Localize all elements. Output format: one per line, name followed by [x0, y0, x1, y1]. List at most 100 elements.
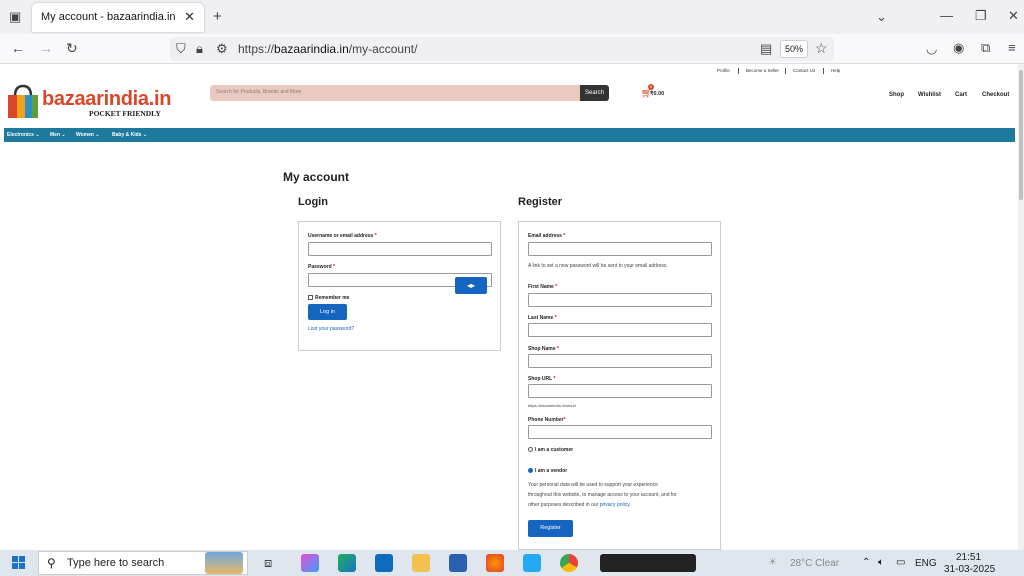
logo-tagline: POCKET FRIENDLY	[89, 109, 161, 118]
url-text[interactable]: https://bazaarindia.in/my-account/	[238, 42, 417, 56]
restore-icon[interactable]: ❐	[975, 8, 987, 24]
product-search-input[interactable]: Search for Products, Brands and More	[210, 85, 582, 101]
phone-input[interactable]	[528, 425, 712, 439]
file-explorer-icon[interactable]	[412, 554, 430, 572]
login-heading: Login	[298, 196, 328, 208]
edge-browser-icon[interactable]	[338, 554, 356, 572]
windows-start-icon[interactable]	[12, 556, 26, 570]
shop-url-label: Shop URL *	[528, 376, 556, 382]
new-tab-icon[interactable]: +	[213, 8, 222, 25]
category-electronics[interactable]: Electronics ⌄	[7, 132, 40, 138]
category-women[interactable]: Women ⌄	[76, 132, 100, 138]
account-icon[interactable]: ◉	[953, 40, 964, 56]
permissions-icon[interactable]: ⚙	[216, 41, 228, 57]
privacy-text-line2: throughout this website, to manage acces…	[528, 492, 677, 498]
cart-amount[interactable]: ₹0.00	[650, 91, 664, 97]
last-name-input[interactable]	[528, 323, 712, 337]
menu-icon[interactable]: ≡	[1008, 40, 1016, 55]
address-bar[interactable]: ⛉ 🔒︎ ⚙ https://bazaarindia.in/my-account…	[170, 37, 834, 61]
divider	[785, 68, 786, 74]
top-link-contact[interactable]: Contact Us	[793, 68, 815, 73]
screen-capture-toolbar[interactable]	[600, 554, 696, 572]
last-name-label: Last Name *	[528, 315, 557, 321]
login-button[interactable]: Log in	[308, 304, 347, 320]
bookmark-star-icon[interactable]: ☆	[815, 40, 828, 57]
customer-label: I am a customer	[535, 447, 574, 453]
email-label: Email address *	[528, 233, 566, 239]
chrome-icon[interactable]	[560, 554, 578, 572]
remember-me-checkbox[interactable]	[308, 295, 313, 300]
privacy-text-line3: other purposes described in our privacy …	[528, 502, 631, 508]
nav-wishlist[interactable]: Wishlist	[918, 92, 941, 98]
category-baby-kids[interactable]: Baby & Kids ⌄	[112, 132, 147, 138]
register-heading: Register	[518, 196, 563, 208]
shop-name-label: Shop Name *	[528, 346, 559, 352]
weather-sun-icon[interactable]: ☀	[768, 557, 777, 568]
browser-nav-bar: ← → ↻ ⛉ 🔒︎ ⚙ https://bazaarindia.in/my-a…	[0, 34, 1024, 64]
forward-icon[interactable]: →	[39, 40, 53, 56]
weather-text[interactable]: 28°C Clear	[790, 558, 839, 569]
volume-icon[interactable]: 🔈︎	[878, 557, 884, 568]
shop-url-input[interactable]	[528, 384, 712, 398]
vendor-radio[interactable]	[528, 468, 533, 473]
scrollbar-thumb[interactable]	[1019, 70, 1023, 200]
task-view-icon[interactable]: ⧈	[264, 555, 272, 571]
login-form: Username or email address * Password * ◂…	[298, 221, 501, 351]
firefox-icon[interactable]	[486, 554, 504, 572]
pocket-icon[interactable]: ◡	[926, 41, 937, 57]
show-hidden-icons-chevron-up-icon[interactable]: ⌃	[862, 557, 870, 568]
close-window-icon[interactable]: ✕	[1008, 8, 1019, 24]
search-icon: ⚲	[47, 556, 56, 570]
shield-icon[interactable]: ⛉	[176, 41, 186, 57]
extensions-icon[interactable]: ⧉	[981, 40, 990, 56]
logo-text: bazaarindia.in	[42, 88, 172, 110]
username-input[interactable]	[308, 242, 492, 256]
clock-time[interactable]: 21:51	[956, 552, 981, 563]
browser-tab[interactable]: My account - bazaarindia.in ✕	[32, 3, 204, 32]
top-link-become-seller[interactable]: Become a Seller	[746, 68, 779, 73]
lost-password-link[interactable]: Lost your password?	[308, 326, 354, 332]
vendor-label: I am a vendor	[535, 468, 568, 474]
category-men[interactable]: Men ⌄	[50, 132, 66, 138]
outlook-icon[interactable]	[375, 554, 393, 572]
search-placeholder: Search for Products, Brands and More	[216, 89, 302, 95]
customer-radio[interactable]	[528, 447, 533, 452]
top-link-help[interactable]: Help	[831, 68, 840, 73]
zoom-level[interactable]: 50%	[780, 40, 808, 58]
reader-view-icon[interactable]: ▤	[760, 41, 772, 57]
browser-tab-bar: ▣ My account - bazaarindia.in ✕ + ⌄ — ❐ …	[0, 0, 1024, 34]
username-label: Username or email address *	[308, 233, 377, 239]
nav-checkout[interactable]: Checkout	[982, 92, 1009, 98]
copilot-icon[interactable]	[301, 554, 319, 572]
first-name-input[interactable]	[528, 293, 712, 307]
clock-date[interactable]: 31-03-2025	[944, 564, 995, 575]
show-password-eye-icon[interactable]: ◂▸	[455, 277, 487, 294]
password-label: Password *	[308, 264, 335, 270]
search-highlight-image[interactable]	[205, 552, 243, 574]
reload-icon[interactable]: ↻	[66, 40, 78, 57]
register-button[interactable]: Register	[528, 520, 573, 537]
privacy-policy-link[interactable]: privacy policy.	[600, 502, 631, 508]
site-logo[interactable]: bazaarindia.in POCKET FRIENDLY	[6, 82, 211, 122]
microsoft-store-icon[interactable]	[449, 554, 467, 572]
email-input[interactable]	[528, 242, 712, 256]
top-link-profile[interactable]: Profile	[717, 68, 730, 73]
back-icon[interactable]: ←	[11, 40, 25, 56]
tab-list-icon[interactable]: ▣	[9, 9, 21, 25]
close-tab-icon[interactable]: ✕	[184, 9, 195, 25]
nav-cart[interactable]: Cart	[955, 92, 967, 98]
network-icon[interactable]: ▭	[896, 557, 905, 568]
language-indicator[interactable]: ENG	[915, 558, 937, 569]
shop-name-input[interactable]	[528, 354, 712, 368]
search-button[interactable]: Search	[580, 85, 609, 101]
taskbar-search-placeholder: Type here to search	[67, 557, 165, 569]
first-name-label: First Name *	[528, 284, 558, 290]
minimize-icon[interactable]: —	[940, 8, 953, 23]
category-menu-bar: Electronics ⌄ Men ⌄ Women ⌄ Baby & Kids …	[4, 128, 1015, 142]
chevron-down-icon[interactable]: ⌄	[876, 9, 887, 25]
web-page: Profile Become a Seller Contact Us Help …	[0, 64, 1018, 550]
lock-icon[interactable]: 🔒︎	[196, 41, 203, 57]
divider	[738, 68, 739, 74]
vscode-icon[interactable]	[523, 554, 541, 572]
nav-shop[interactable]: Shop	[889, 92, 904, 98]
